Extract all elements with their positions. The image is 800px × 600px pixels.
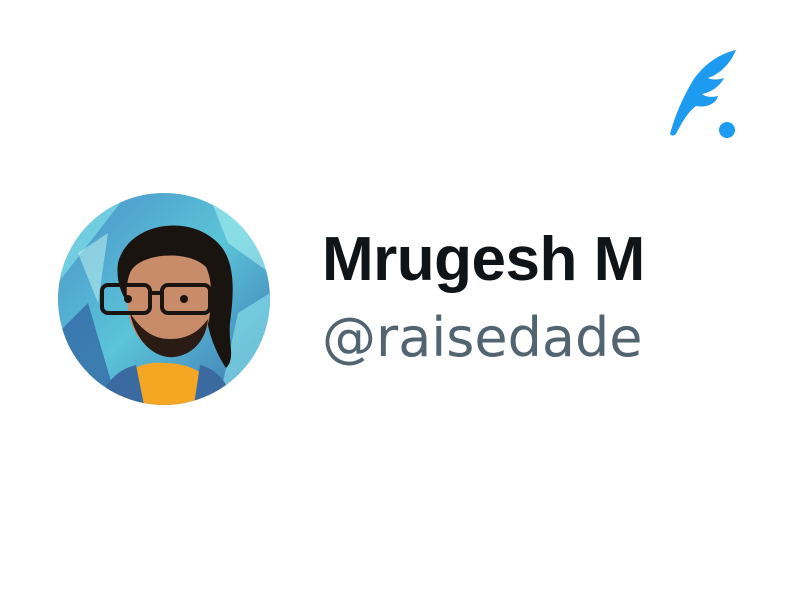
avatar[interactable] xyxy=(58,193,270,405)
profile-card: Mrugesh M @raisedade xyxy=(0,0,800,600)
display-name[interactable]: Mrugesh M xyxy=(322,224,682,296)
quill-feather-icon xyxy=(670,50,736,138)
user-handle[interactable]: @raisedade xyxy=(322,302,682,374)
avatar-image xyxy=(58,193,270,405)
profile-header: Mrugesh M @raisedade xyxy=(58,193,682,405)
name-block: Mrugesh M @raisedade xyxy=(322,224,682,374)
